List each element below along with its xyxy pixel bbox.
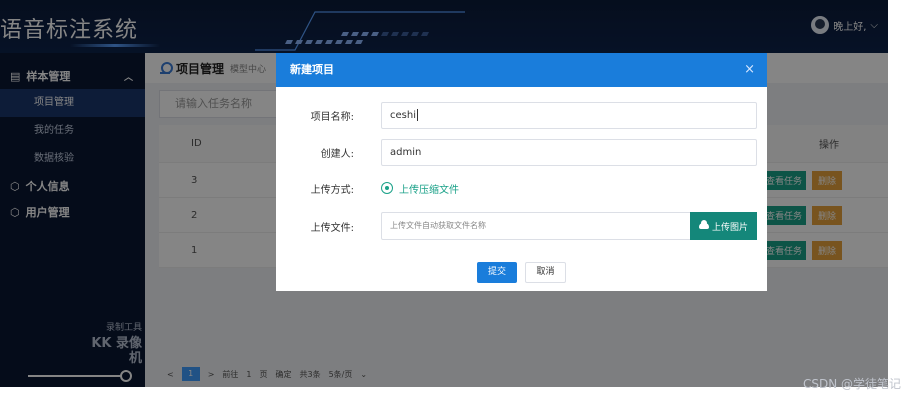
text-caret [416,109,418,121]
new-project-dialog: 新建项目 × 项目名称: ceshi 创建人: admin 上传方式: 上传压缩… [276,53,767,291]
project-name-input[interactable]: ceshi [381,102,757,129]
creator-label: 创建人: [320,149,354,160]
file-name-input[interactable]: 上传文件自动获取文件名称 上传图片 [381,212,757,240]
creator-input[interactable]: admin [381,139,757,166]
project-name-label: 项目名称: [310,112,354,123]
upload-method-label: 上传方式: [310,184,354,196]
radio-option-label: 上传压缩文件 [399,184,459,196]
upload-method-radio[interactable]: 上传压缩文件 [381,181,459,196]
bottom-edge [0,387,907,402]
upload-button-label: 上传图片 [711,222,748,233]
form-row-project-name: 项目名称: ceshi [276,102,767,129]
upload-image-button[interactable]: 上传图片 [690,212,757,240]
close-icon[interactable]: × [744,53,755,87]
dialog-title: 新建项目 [290,63,334,76]
dialog-header: 新建项目 × [276,53,767,87]
radio-selected-icon [381,182,393,194]
submit-button[interactable]: 提交 [477,262,517,283]
project-name-value: ceshi [390,110,416,121]
cloud-upload-icon [698,220,709,229]
file-name-placeholder: 上传文件自动获取文件名称 [390,221,486,230]
right-edge [888,0,907,387]
form-row-upload-file: 上传文件: 上传文件自动获取文件名称 上传图片 [276,212,767,240]
dialog-footer: 提交 取消 [276,262,767,283]
form-row-creator: 创建人: admin [276,139,767,166]
cancel-button[interactable]: 取消 [525,262,566,283]
csdn-watermark: CSDN @学徒笔记 [802,377,901,391]
upload-file-label: 上传文件: [310,222,354,234]
form-row-upload-method: 上传方式: 上传压缩文件 [276,179,767,197]
